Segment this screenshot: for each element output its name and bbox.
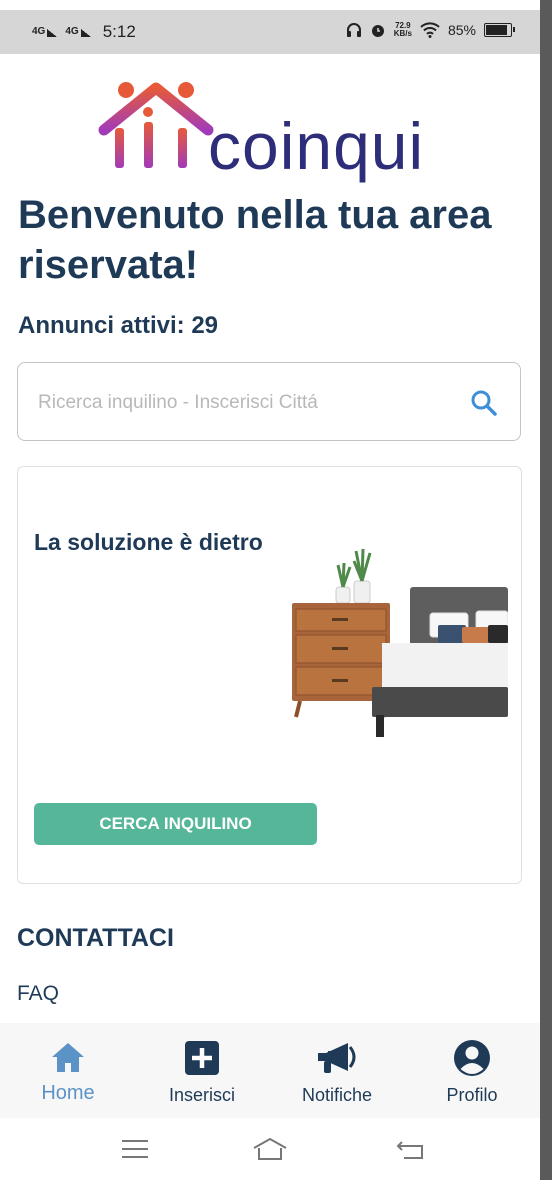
nav-label-inserisci: Inserisci <box>168 1085 235 1105</box>
nav-label-home: Home <box>41 1082 95 1104</box>
logo-house-icon <box>98 82 214 168</box>
app-screen: 4G 4G 5:12 72.9 KB/s 85% coinqui Benvenu… <box>0 0 540 1180</box>
menu-icon[interactable] <box>120 1136 150 1162</box>
system-navigation-bar <box>0 1118 540 1180</box>
promo-card-title: La soluzione è dietro <box>34 529 263 555</box>
nav-label-profilo: Profilo <box>446 1085 498 1105</box>
network-speed: 72.9 KB/s <box>393 21 412 38</box>
home-nav-icon[interactable] <box>252 1136 288 1162</box>
coinqui-logo: coinqui <box>98 78 448 188</box>
logo-wordmark: coinqui <box>208 109 425 183</box>
plus-square-icon <box>185 1041 219 1075</box>
search-tenant-button[interactable]: CERCA INQUILINO <box>34 803 317 845</box>
contact-link[interactable]: CONTATTACI <box>17 924 174 953</box>
network-signal-1: 4G <box>32 27 58 37</box>
nav-label-notifiche: Notifiche <box>301 1085 373 1105</box>
home-icon <box>52 1043 84 1072</box>
bottom-navigation: Home Inserisci Notifiche Profilo <box>0 1023 540 1118</box>
headphones-icon <box>346 23 361 37</box>
wifi-icon <box>420 22 440 38</box>
alarm-icon <box>371 25 384 37</box>
network-signal-2: 4G <box>65 27 92 37</box>
megaphone-icon <box>318 1043 356 1073</box>
back-icon[interactable] <box>396 1136 426 1162</box>
active-ads-count: Annunci attivi: 29 <box>18 312 219 339</box>
bedroom-furniture-image <box>292 548 508 737</box>
search-box <box>17 362 521 441</box>
faq-link[interactable]: FAQ <box>17 982 59 1006</box>
search-icon[interactable] <box>470 389 498 417</box>
status-time: 5:12 <box>102 22 136 41</box>
page-title: Benvenuto nella tua area riservata! <box>18 193 492 287</box>
user-circle-icon <box>454 1040 490 1076</box>
battery-percent: 85% <box>447 22 476 38</box>
status-bar: 4G 4G 5:12 72.9 KB/s 85% <box>0 10 540 54</box>
background-edge <box>540 0 552 1180</box>
search-input[interactable] <box>36 385 460 421</box>
nav-item-profilo[interactable]: Profilo <box>412 1039 532 1106</box>
battery-icon <box>484 23 515 37</box>
nav-item-inserisci[interactable]: Inserisci <box>142 1039 262 1106</box>
nav-item-notifiche[interactable]: Notifiche <box>277 1039 397 1106</box>
promo-card: La soluzione è dietro CERCA INQUILINO <box>17 466 522 884</box>
nav-item-home[interactable]: Home <box>8 1039 128 1105</box>
